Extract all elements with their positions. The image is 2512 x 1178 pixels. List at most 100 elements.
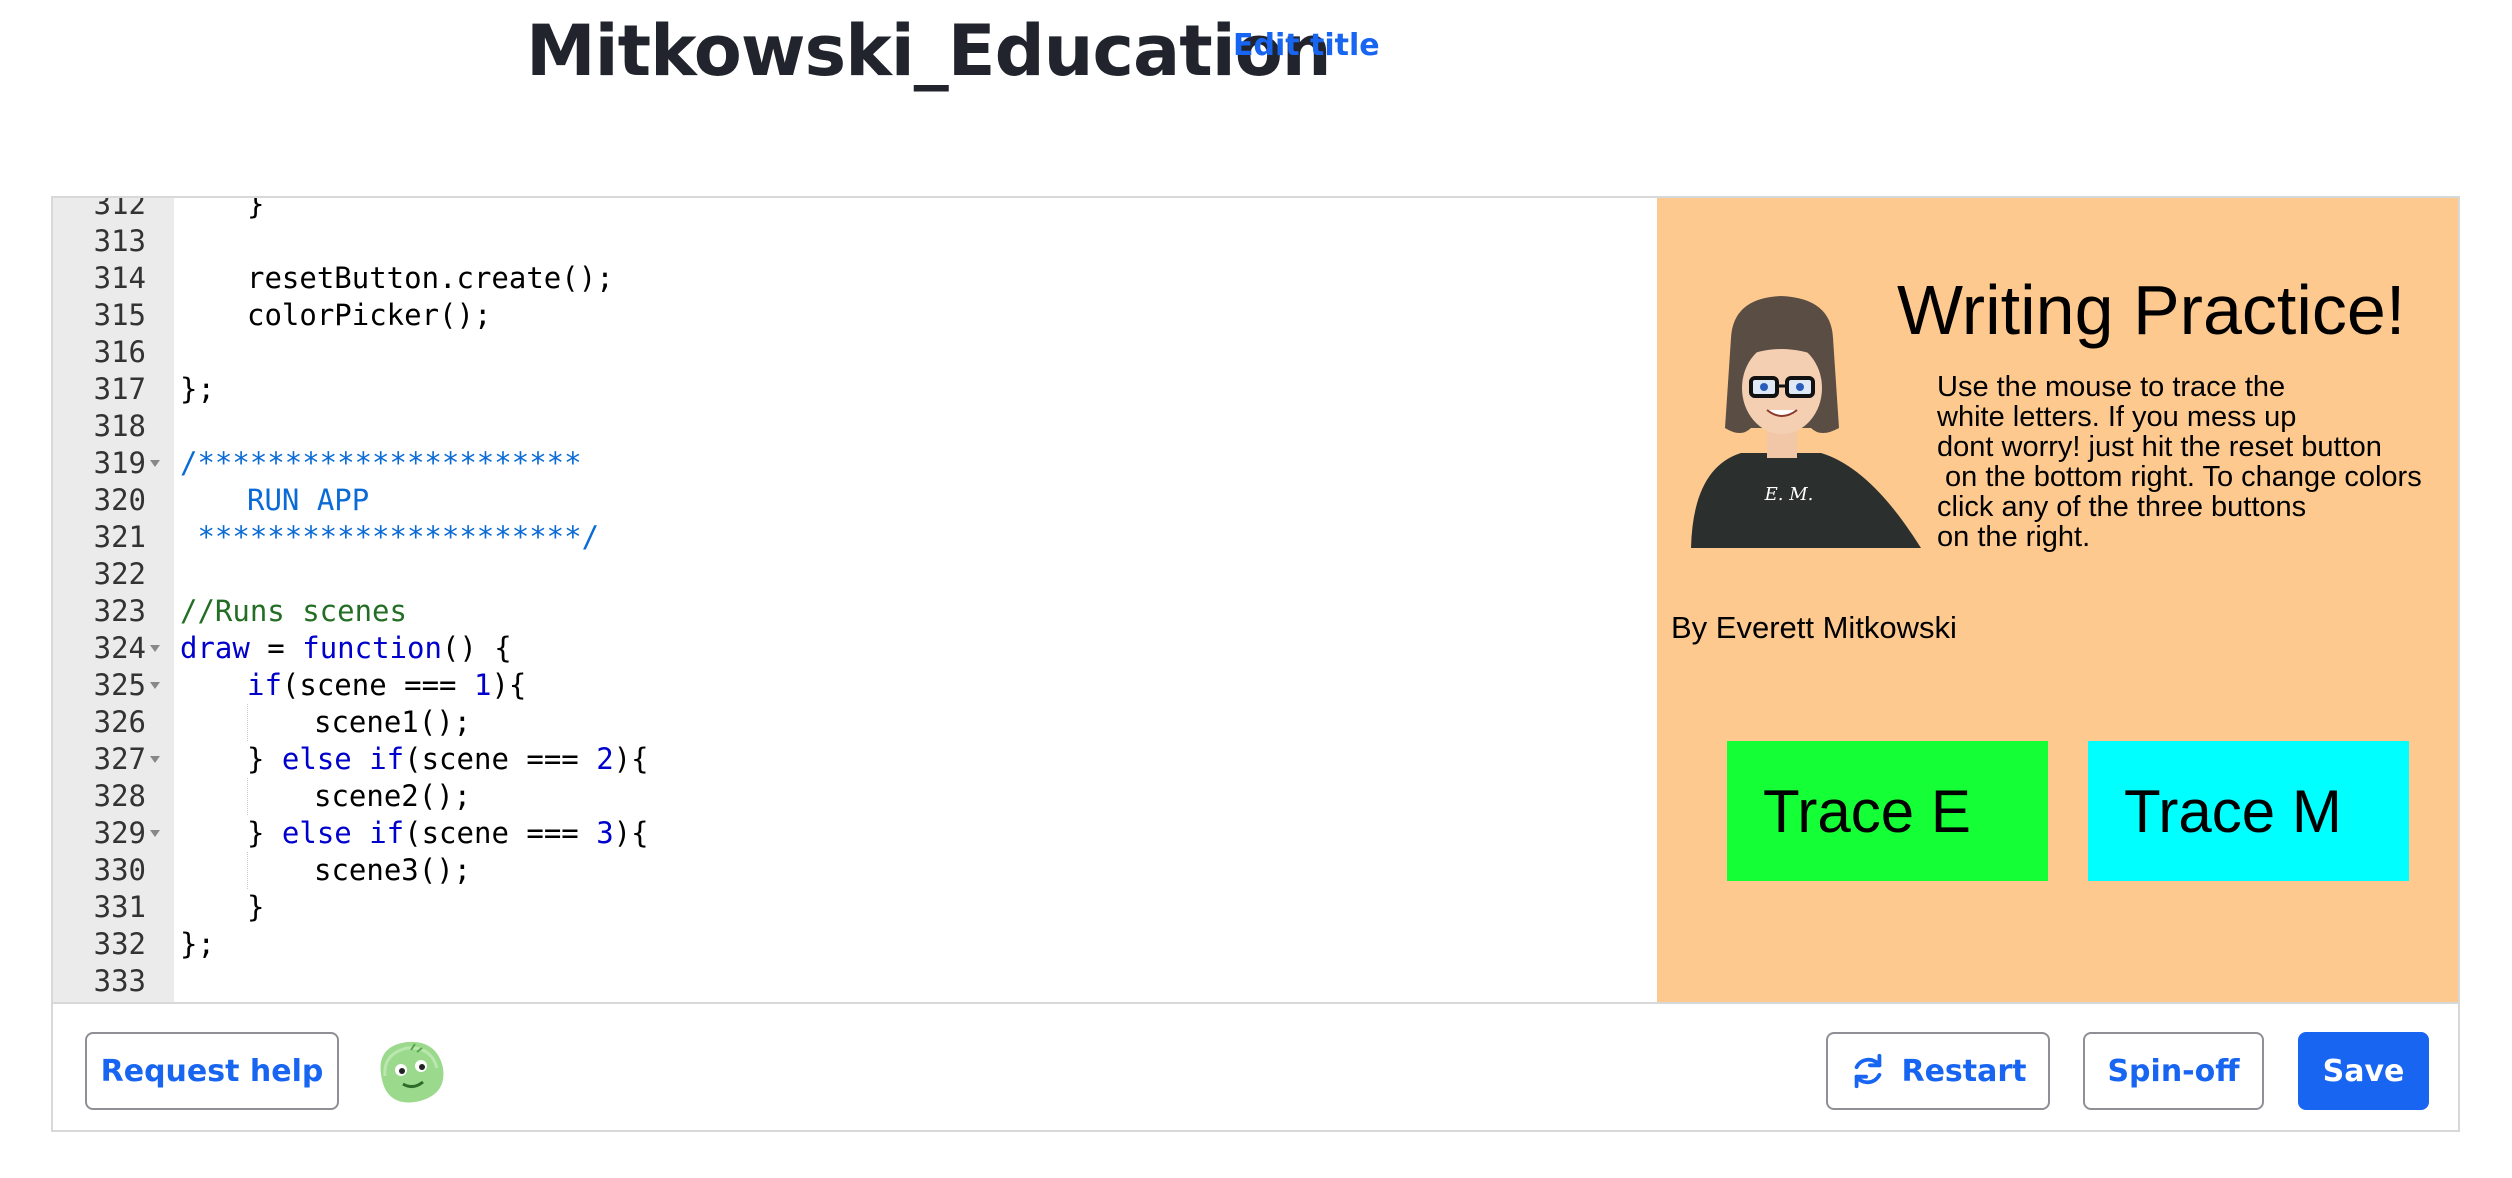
- code-token: scene3();: [314, 853, 472, 887]
- instructions-text: Use the mouse to trace the white letters…: [1937, 371, 2422, 553]
- trace-m-button[interactable]: Trace M: [2088, 741, 2409, 881]
- code-text: }: [247, 198, 264, 223]
- code-text: scene3();: [314, 852, 471, 889]
- code-token: }: [247, 890, 265, 924]
- code-token: }: [247, 816, 282, 850]
- code-line[interactable]: 313: [53, 223, 1657, 260]
- program-output-canvas[interactable]: E. M. Writing Practice! Use the mouse to…: [1657, 198, 2458, 1002]
- line-number: 323: [93, 594, 146, 628]
- code-token: 2: [596, 742, 614, 776]
- fold-arrow-icon[interactable]: [150, 460, 160, 467]
- code-text: };: [180, 926, 215, 963]
- code-line[interactable]: 312}: [53, 198, 1657, 223]
- line-number: 314: [93, 261, 146, 295]
- request-help-button[interactable]: Request help: [85, 1032, 339, 1110]
- code-token: ){: [491, 668, 527, 702]
- author-byline: By Everett Mitkowski: [1671, 610, 1957, 645]
- edit-title-link[interactable]: Edit title: [1233, 28, 1380, 63]
- editor-frame: 312} 313 314 resetButton.create(); 315 colorP…: [51, 196, 2460, 1132]
- spin-off-button[interactable]: Spin-off: [2083, 1032, 2264, 1110]
- code-line[interactable]: 316: [53, 334, 1657, 371]
- code-text: };: [180, 371, 215, 408]
- editor-toolbar: Request help Restart Spin-off Save: [53, 1002, 2458, 1130]
- line-number: 312: [93, 198, 146, 221]
- code-token: draw: [180, 631, 250, 665]
- code-token: scene2();: [314, 779, 472, 813]
- restart-button[interactable]: Restart: [1826, 1032, 2050, 1110]
- code-line[interactable]: 326 scene1();: [53, 704, 1657, 741]
- code-line[interactable]: 314 resetButton.create();: [53, 260, 1657, 297]
- code-line[interactable]: 331}: [53, 889, 1657, 926]
- code-line[interactable]: 325 if(scene === 1){: [53, 667, 1657, 704]
- save-button[interactable]: Save: [2298, 1032, 2429, 1110]
- code-line[interactable]: 328 scene2();: [53, 778, 1657, 815]
- green-blob-avatar-icon[interactable]: [371, 1034, 449, 1108]
- line-number: 319: [93, 446, 146, 480]
- line-number: 329: [93, 816, 146, 850]
- code-token: () {: [441, 631, 512, 665]
- fold-arrow-icon[interactable]: [150, 756, 160, 763]
- code-line[interactable]: 315 colorPicker();: [53, 297, 1657, 334]
- code-token: }: [247, 198, 265, 221]
- code-editor[interactable]: 312} 313 314 resetButton.create(); 315 colorP…: [53, 198, 1657, 1002]
- page-title: Mitkowski_Education: [526, 10, 1332, 92]
- code-text: }: [247, 889, 264, 926]
- code-line[interactable]: 319 /**********************: [53, 445, 1657, 482]
- code-token: 1: [473, 668, 492, 702]
- code-line[interactable]: 320 RUN APP: [53, 482, 1657, 519]
- code-line[interactable]: 332};: [53, 926, 1657, 963]
- code-token: else if: [281, 816, 405, 850]
- code-token: else if: [281, 742, 405, 776]
- code-line[interactable]: 327 } else if(scene === 2){: [53, 741, 1657, 778]
- line-number: 328: [93, 779, 146, 813]
- code-line[interactable]: 322: [53, 556, 1657, 593]
- line-number: 321: [93, 520, 146, 554]
- code-token: 3: [596, 816, 614, 850]
- line-number: 315: [93, 298, 146, 332]
- code-token: /**********************: [180, 446, 582, 480]
- code-line[interactable]: 333: [53, 963, 1657, 1000]
- line-number: 330: [93, 853, 146, 887]
- code-line[interactable]: 317};: [53, 371, 1657, 408]
- code-text: /**********************: [180, 445, 582, 482]
- code-line[interactable]: 329} else if(scene === 3){: [53, 815, 1657, 852]
- refresh-icon: [1855, 1053, 1882, 1089]
- line-number: 324: [93, 631, 146, 665]
- code-token: colorPicker();: [247, 298, 492, 332]
- code-text: scene2();: [314, 778, 471, 815]
- code-line[interactable]: 323 //Runs scenes: [53, 593, 1657, 630]
- line-number: 316: [93, 335, 146, 369]
- indent-guide: [247, 704, 248, 741]
- line-number: 317: [93, 372, 146, 406]
- line-number: 326: [93, 705, 146, 739]
- code-line[interactable]: 318: [53, 408, 1657, 445]
- code-token: (scene ===: [404, 816, 597, 850]
- fold-arrow-icon[interactable]: [150, 682, 160, 689]
- code-token: function: [302, 631, 442, 665]
- code-token: };: [180, 927, 215, 961]
- indent-guide: [247, 778, 248, 815]
- fold-arrow-icon[interactable]: [150, 645, 160, 652]
- code-token: (scene ===: [404, 742, 597, 776]
- code-token: ){: [613, 816, 649, 850]
- line-number: 327: [93, 742, 146, 776]
- line-number: 322: [93, 557, 146, 591]
- writing-practice-heading: Writing Practice!: [1897, 271, 2406, 349]
- code-text: } else if(scene === 2){: [247, 741, 649, 778]
- code-token: }: [247, 742, 282, 776]
- line-number: 331: [93, 890, 146, 924]
- code-line[interactable]: 321 **********************/: [53, 519, 1657, 556]
- code-text: draw = function() {: [180, 630, 512, 667]
- code-text: **********************/: [180, 519, 599, 556]
- fold-arrow-icon[interactable]: [150, 830, 160, 837]
- code-line[interactable]: 324 draw = function() {: [53, 630, 1657, 667]
- code-line[interactable]: 330 scene3();: [53, 852, 1657, 889]
- line-number: 320: [93, 483, 146, 517]
- code-text: } else if(scene === 3){: [247, 815, 649, 852]
- line-number: 318: [93, 409, 146, 443]
- code-text: RUN APP: [247, 482, 369, 519]
- trace-e-button[interactable]: Trace E: [1727, 741, 2048, 881]
- indent-guide: [247, 852, 248, 889]
- code-token: **********************/: [180, 520, 600, 554]
- code-token: (scene ===: [281, 668, 474, 702]
